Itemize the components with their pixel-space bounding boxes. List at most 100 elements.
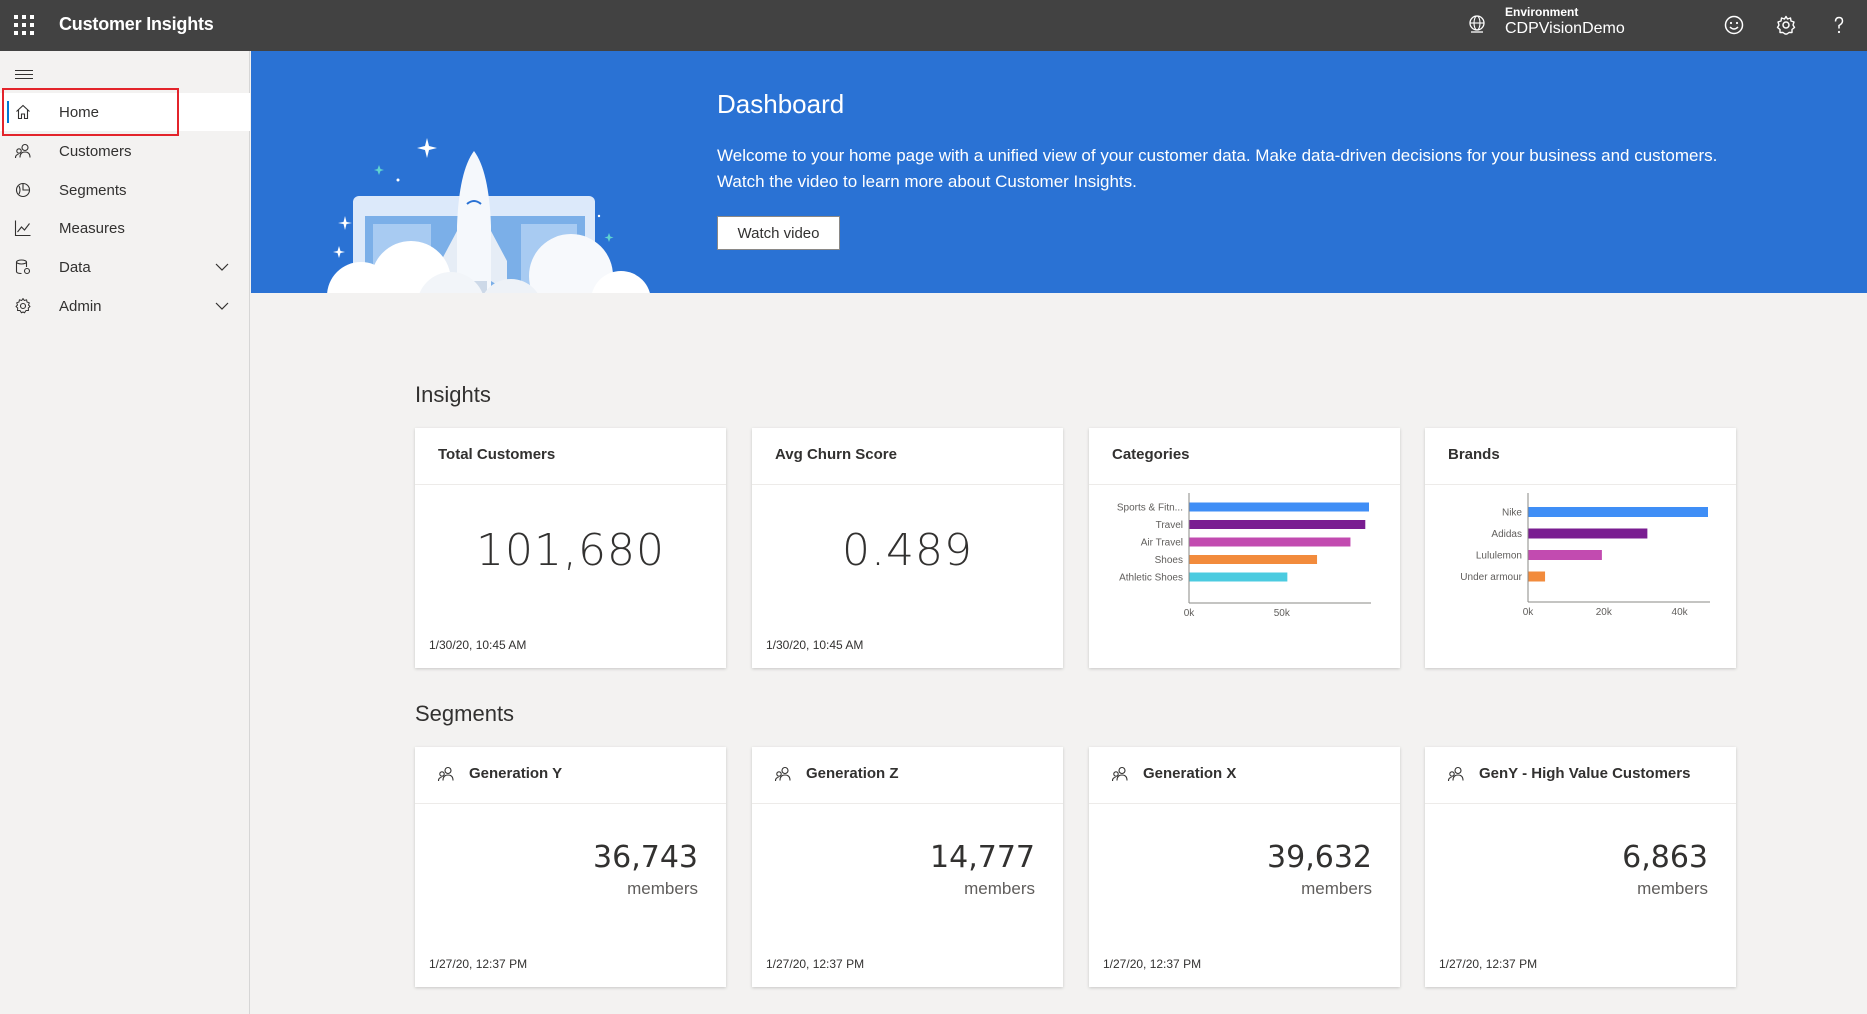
insight-card-brands[interactable]: Brands Nike Adidas Lululemon Under armour 0k… [1425,428,1736,668]
segment-title: Generation Y [469,765,563,782]
segment-members-label: members [627,879,698,898]
sidebar-item-measures[interactable]: Measures [0,209,250,247]
sidebar-item-label: Admin [59,297,102,315]
card-title: Brands [1448,446,1500,463]
category-label: Under armour [1460,572,1522,583]
card-header: Brands [1425,428,1736,485]
rocket-launch-illustration [327,138,650,293]
metric-value: 101,680 [476,525,665,576]
chevron-down-icon[interactable] [214,260,230,274]
category-label: Athletic Shoes [1119,573,1183,584]
watch-video-button[interactable]: Watch video [717,216,840,250]
sidebar-item-admin[interactable]: Admin [0,287,250,325]
globe-icon [1469,15,1485,33]
card-title: Categories [1112,446,1190,463]
insight-card-total-customers[interactable]: Total Customers 101,680 1/30/20, 10:45 A… [415,428,726,668]
sidebar-item-customers[interactable]: Customers [0,132,250,170]
categories-bar-chart: Sports & Fitn... Travel Air Travel Shoes Ath… [1117,493,1371,619]
app-launcher-icon[interactable] [14,15,34,35]
help-icon[interactable] [1827,13,1851,37]
bar-shoes [1189,555,1318,564]
card-header: Generation Z [752,747,1063,804]
page-title: Dashboard [717,89,845,119]
environment-value: CDPVisionDemo [1505,20,1625,37]
sidebar-item-label: Data [59,258,91,276]
card-header: Categories [1089,428,1400,485]
insight-card-avg-churn-score[interactable]: Avg Churn Score 0.489 1/30/20, 10:45 AM [752,428,1063,668]
insight-card-categories[interactable]: Categories Sports & Fitn... Travel Air Tra… [1089,428,1400,668]
segment-card[interactable]: Generation X 39,632 members 1/27/20, 12:… [1089,747,1400,987]
hamburger-menu-icon[interactable] [15,66,35,80]
card-title: Avg Churn Score [775,446,897,463]
card-header: Avg Churn Score [752,428,1063,485]
highlight-annotation-box [2,88,179,136]
card-timestamp: 1/30/20, 10:45 AM [766,638,864,652]
segment-card[interactable]: Generation Z 14,777 members 1/27/20, 12:… [752,747,1063,987]
data-icon [15,259,31,275]
sidebar-item-label: Customers [59,142,132,160]
category-label: Shoes [1155,555,1183,566]
insights-section-title: Insights [415,382,491,407]
environment-label: Environment [1505,5,1579,19]
gear-icon[interactable] [1774,13,1798,37]
bar-under-armour [1528,571,1546,582]
category-label: Air Travel [1141,538,1183,549]
sidebar-item-data[interactable]: Data [0,248,250,286]
segment-people-icon [1447,766,1464,782]
category-label: Nike [1502,508,1522,519]
x-tick-label: 50k [1274,608,1291,619]
customers-icon [14,143,31,159]
admin-gear-icon [15,298,31,314]
card-header: Generation Y [415,747,726,804]
dashboard-hero-banner: Dashboard Welcome to your home page with… [251,51,1867,293]
sidebar-item-segments[interactable]: Segments [0,171,250,209]
card-title: Total Customers [438,446,556,463]
segment-member-count: 36,743 [593,840,698,875]
segment-people-icon [437,766,454,782]
bar-adidas [1528,528,1648,539]
category-label: Lululemon [1476,551,1522,562]
sidebar-item-label: Measures [59,219,125,237]
environment-switcher[interactable]: Environment CDPVisionDemo [1505,5,1625,39]
bar-athletic-shoes [1189,572,1288,582]
category-label: Adidas [1491,529,1522,540]
x-tick-label: 40k [1672,607,1689,618]
segments-icon [15,182,31,198]
top-bar: Customer Insights Environment CDPVisionD… [0,0,1867,51]
card-timestamp: 1/27/20, 12:37 PM [766,957,865,971]
segment-title: GenY - High Value Customers [1479,765,1691,782]
chevron-down-icon[interactable] [214,299,230,313]
segment-members-label: members [964,879,1035,898]
bar-sports-fitn- [1189,502,1369,512]
segment-title: Generation X [1143,765,1237,782]
sidebar-item-label: Segments [59,181,127,199]
x-tick-label: 0k [1184,608,1196,619]
x-tick-label: 0k [1523,607,1535,618]
segment-people-icon [774,766,791,782]
card-header: Generation X [1089,747,1400,804]
card-timestamp: 1/27/20, 12:37 PM [429,957,528,971]
card-header: Total Customers [415,428,726,485]
sidebar-nav: Home Customers Segments Measures Data Ad… [0,51,250,1014]
measures-icon [14,220,31,237]
segment-people-icon [1111,766,1128,782]
bar-air-travel [1189,537,1351,547]
brands-bar-chart: Nike Adidas Lululemon Under armour 0k 20k 40k [1460,493,1710,618]
segment-card[interactable]: GenY - High Value Customers 6,863 member… [1425,747,1736,987]
card-timestamp: 1/27/20, 12:37 PM [1103,957,1202,971]
segments-section-title: Segments [415,701,515,726]
segment-member-count: 39,632 [1267,840,1372,875]
segment-title: Generation Z [806,765,899,782]
segment-members-label: members [1301,879,1372,898]
app-title[interactable]: Customer Insights [59,14,214,35]
card-header: GenY - High Value Customers [1425,747,1736,804]
category-label: Sports & Fitn... [1117,503,1183,514]
bar-lululemon [1528,550,1602,560]
category-label: Travel [1156,520,1183,531]
segment-member-count: 14,777 [930,840,1035,875]
smiley-feedback-icon[interactable] [1722,13,1746,37]
card-timestamp: 1/27/20, 12:37 PM [1439,957,1538,971]
segment-card[interactable]: Generation Y 36,743 members 1/27/20, 12:… [415,747,726,987]
hero-description: Welcome to your home page with a unified… [717,146,1718,191]
bar-travel [1189,520,1366,529]
